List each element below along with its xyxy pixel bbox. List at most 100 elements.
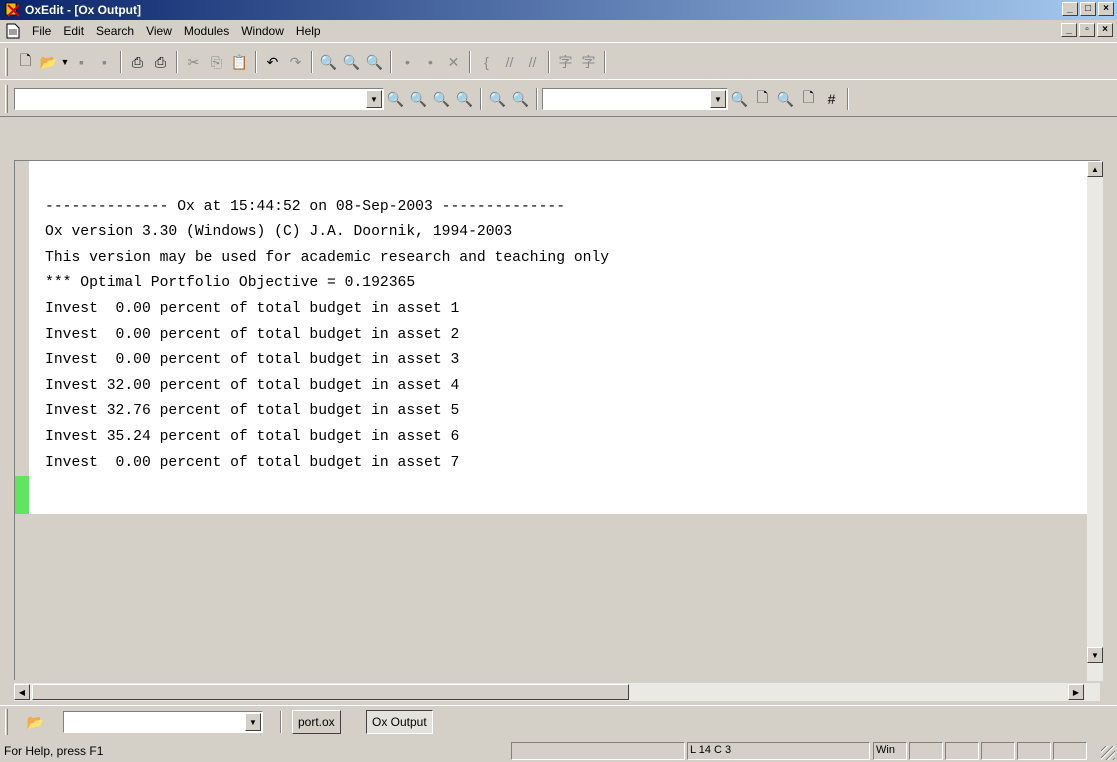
status-panel (909, 742, 943, 760)
file-combo[interactable]: ▼ (63, 711, 263, 733)
maximize-button[interactable]: □ (1080, 2, 1096, 16)
menu-file[interactable]: File (26, 21, 57, 41)
status-position: L 14 C 3 (687, 742, 870, 760)
standard-toolbar: 🗋 📂 ▼ ▪ ▪ ⎙ ⎙ ✂ ⎘ 📋 ↶ ↷ 🔍 🔍 🔍 • • ✕ {//… (0, 42, 1117, 80)
menu-help[interactable]: Help (290, 21, 327, 41)
run-file-icon[interactable]: 🗋 (797, 88, 820, 110)
paste-icon[interactable]: 📋 (228, 51, 251, 73)
module-combo[interactable]: ▼ (542, 88, 728, 110)
run-number-icon[interactable]: # (820, 88, 843, 110)
scroll-up-button[interactable]: ▲ (1087, 161, 1103, 177)
tab-ox-output[interactable]: Ox Output (366, 710, 433, 734)
resize-grip[interactable] (1101, 746, 1115, 760)
chevron-down-icon[interactable]: ▼ (245, 713, 261, 731)
menu-view[interactable]: View (140, 21, 178, 41)
uncomment-icon[interactable]: // (521, 51, 544, 73)
replace-icon[interactable]: 🔍 (486, 88, 509, 110)
spell-icon[interactable]: 字 (554, 51, 577, 73)
status-panel (511, 742, 685, 760)
child-restore-button[interactable]: ▫ (1079, 23, 1095, 37)
status-panel (1017, 742, 1051, 760)
comment-icon[interactable]: // (498, 51, 521, 73)
menu-edit[interactable]: Edit (57, 21, 90, 41)
status-help-text: For Help, press F1 (4, 744, 104, 758)
tab-label: port.ox (298, 715, 335, 729)
new-file-icon[interactable]: 🗋 (14, 51, 37, 73)
output-text-area[interactable]: -------------- Ox at 15:44:52 on 08-Sep-… (29, 161, 1087, 514)
menu-window[interactable]: Window (235, 21, 290, 41)
output-document: -------------- Ox at 15:44:52 on 08-Sep-… (14, 160, 1103, 681)
run-module-icon[interactable]: 🔍 (774, 88, 797, 110)
scroll-left-button[interactable]: ◀ (14, 684, 30, 700)
toolbar-separator (176, 51, 178, 73)
chevron-down-icon[interactable]: ▼ (710, 90, 726, 108)
child-minimize-button[interactable]: _ (1061, 23, 1077, 37)
find-in-files-icon[interactable]: 🔍 (340, 51, 363, 73)
copy-icon[interactable]: ⎘ (205, 51, 228, 73)
find-next-icon[interactable]: 🔍 (384, 88, 407, 110)
save-icon[interactable]: ▪ (70, 51, 93, 73)
toolbar-separator (480, 88, 482, 110)
search-toolbar: ▼ 🔍 🔍 🔍 🔍 🔍 🔍 ▼ 🔍 🗋 🔍 🗋 # (0, 79, 1117, 117)
toolbar-grip[interactable] (5, 85, 8, 113)
find-prev-icon[interactable]: 🔍 (407, 88, 430, 110)
vertical-scrollbar[interactable]: ▲ ▼ (1087, 161, 1103, 681)
toolbar-separator (536, 88, 538, 110)
menu-bar: File Edit Search View Modules Window Hel… (0, 20, 1117, 42)
title-bar[interactable]: OxEdit - [Ox Output] _ □ × (0, 0, 1117, 20)
toolbar-separator (311, 51, 313, 73)
scroll-right-button[interactable]: ▶ (1068, 684, 1084, 700)
next-bookmark-icon[interactable]: • (419, 51, 442, 73)
menu-search[interactable]: Search (90, 21, 140, 41)
tab-port-ox[interactable]: port.ox (292, 710, 341, 734)
toolbar-grip[interactable] (5, 709, 8, 735)
document-icon[interactable] (5, 23, 21, 39)
output-line: Invest 32.76 percent of total budget in … (45, 403, 460, 420)
window-title: OxEdit - [Ox Output] (25, 3, 141, 17)
child-close-button[interactable]: × (1097, 23, 1113, 37)
print-icon[interactable]: ⎙ (126, 51, 149, 73)
current-line-marker (15, 476, 29, 514)
cut-icon[interactable]: ✂ (182, 51, 205, 73)
redo-icon[interactable]: ↷ (284, 51, 307, 73)
undo-icon[interactable]: ↶ (261, 51, 284, 73)
open-folder-icon[interactable]: 📂 (24, 711, 47, 733)
toolbar-separator (390, 51, 392, 73)
close-button[interactable]: × (1098, 2, 1114, 16)
status-panel (945, 742, 979, 760)
toggle-bookmark-icon[interactable]: • (396, 51, 419, 73)
horizontal-scroll-thumb[interactable] (32, 684, 629, 700)
chevron-down-icon[interactable]: ▼ (366, 90, 382, 108)
output-line: Invest 0.00 percent of total budget in a… (45, 300, 460, 317)
minimize-button[interactable]: _ (1062, 2, 1078, 16)
toolbar-separator (280, 711, 282, 733)
brace-icon[interactable]: { (475, 51, 498, 73)
menu-modules[interactable]: Modules (178, 21, 235, 41)
chevron-down-icon[interactable]: ▼ (60, 57, 70, 67)
find-clip-icon[interactable]: 🔍 (363, 51, 386, 73)
find-word-icon[interactable]: 🔍 (453, 88, 476, 110)
spell-all-icon[interactable]: 字 (577, 51, 600, 73)
horizontal-scrollbar[interactable]: ◀ ▶ (14, 683, 1100, 701)
toolbar-separator (469, 51, 471, 73)
toolbar-grip[interactable] (5, 48, 8, 76)
clear-bookmarks-icon[interactable]: ✕ (442, 51, 465, 73)
output-line: Invest 0.00 percent of total budget in a… (45, 326, 460, 343)
status-panel (1053, 742, 1087, 760)
replace-all-icon[interactable]: 🔍 (509, 88, 532, 110)
open-folder-icon[interactable]: 📂 (37, 51, 60, 73)
print-preview-icon[interactable]: ⎙ (149, 51, 172, 73)
status-panel (981, 742, 1015, 760)
find-icon[interactable]: 🔍 (317, 51, 340, 73)
oxedit-app-icon[interactable] (5, 2, 21, 18)
run-icon[interactable]: 🔍 (728, 88, 751, 110)
output-line: *** Optimal Portfolio Objective = 0.1923… (45, 275, 416, 292)
toolbar-separator (255, 51, 257, 73)
scroll-down-button[interactable]: ▼ (1087, 647, 1103, 663)
new-doc-icon[interactable]: 🗋 (751, 88, 774, 110)
find-case-icon[interactable]: 🔍 (430, 88, 453, 110)
save-all-icon[interactable]: ▪ (93, 51, 116, 73)
line-gutter[interactable] (15, 161, 29, 514)
search-combo[interactable]: ▼ (14, 88, 384, 110)
status-mode: Win (873, 742, 907, 760)
